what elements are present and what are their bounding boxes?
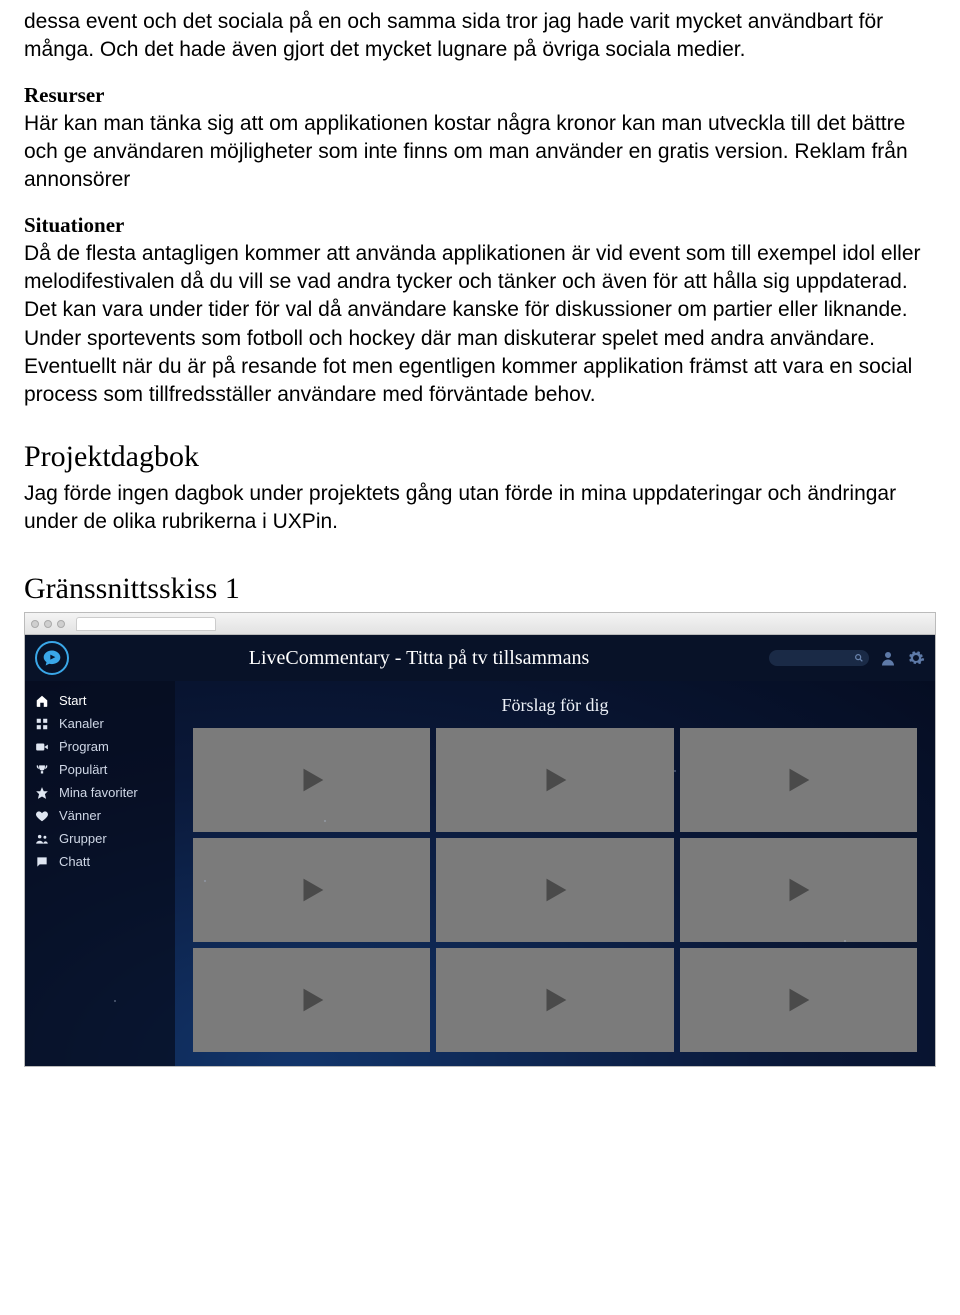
sidebar-item-program[interactable]: Program <box>25 735 175 758</box>
search-icon <box>854 653 864 663</box>
browser-chrome <box>25 613 935 635</box>
topbar-right <box>769 649 925 667</box>
home-icon <box>35 694 49 708</box>
video-tile[interactable] <box>680 948 917 1052</box>
window-dot <box>57 620 65 628</box>
app-topbar: LiveCommentary - Titta på tv tillsammans <box>25 635 935 681</box>
sidebar-item-populärt[interactable]: Populärt <box>25 758 175 781</box>
play-icon <box>538 983 572 1017</box>
users-icon <box>35 832 49 846</box>
app-logo[interactable] <box>35 641 69 675</box>
play-icon <box>295 873 329 907</box>
window-dot <box>31 620 39 628</box>
projektdagbok-body: Jag förde ingen dagbok under projektets … <box>24 480 936 537</box>
app-body: Start Kanaler Program Populärt Mina favorite… <box>25 681 935 1066</box>
sidebar-item-label: Populärt <box>59 762 107 777</box>
play-icon <box>538 763 572 797</box>
video-tile[interactable] <box>436 838 673 942</box>
situationer-body: Då de flesta antagligen kommer att använ… <box>24 240 936 410</box>
video-tile[interactable] <box>193 728 430 832</box>
intro-paragraph: dessa event och det sociala på en och sa… <box>24 8 936 65</box>
video-tile[interactable] <box>436 948 673 1052</box>
sidebar-item-mina-favoriter[interactable]: Mina favoriter <box>25 781 175 804</box>
sidebar-item-chatt[interactable]: Chatt <box>25 850 175 873</box>
grid-icon <box>35 717 49 731</box>
sidebar-item-label: Kanaler <box>59 716 104 731</box>
sidebar-item-label: Mina favoriter <box>59 785 138 800</box>
ui-mockup: LiveCommentary - Titta på tv tillsammans… <box>24 612 936 1067</box>
video-icon <box>35 740 49 754</box>
projektdagbok-heading: Projektdagbok <box>24 440 936 474</box>
sidebar-item-label: Grupper <box>59 831 107 846</box>
play-icon <box>295 983 329 1017</box>
sidebar-item-label: Vänner <box>59 808 101 823</box>
user-icon[interactable] <box>879 649 897 667</box>
trophy-icon <box>35 763 49 777</box>
browser-tab <box>76 617 216 631</box>
resurser-body: Här kan man tänka sig att om applikation… <box>24 110 936 195</box>
search-input[interactable] <box>769 650 869 666</box>
video-tile[interactable] <box>436 728 673 832</box>
play-icon <box>781 873 815 907</box>
sidebar-item-vänner[interactable]: Vänner <box>25 804 175 827</box>
video-grid <box>193 728 917 1052</box>
video-tile[interactable] <box>680 728 917 832</box>
play-icon <box>781 983 815 1017</box>
play-icon <box>538 873 572 907</box>
suggestion-title: Förslag för dig <box>193 695 917 716</box>
chat-icon <box>35 855 49 869</box>
main-area: Förslag för dig <box>175 681 935 1066</box>
sidebar: Start Kanaler Program Populärt Mina favorite… <box>25 681 175 1066</box>
video-tile[interactable] <box>193 948 430 1052</box>
situationer-heading: Situationer <box>24 213 936 238</box>
star-icon <box>35 786 49 800</box>
skiss-heading: Gränssnittsskiss 1 <box>24 572 936 606</box>
video-tile[interactable] <box>680 838 917 942</box>
app-title: LiveCommentary - Titta på tv tillsammans <box>69 647 769 670</box>
play-icon <box>295 763 329 797</box>
sidebar-item-label: Chatt <box>59 854 90 869</box>
sidebar-item-label: Start <box>59 693 86 708</box>
play-icon <box>781 763 815 797</box>
gear-icon[interactable] <box>907 649 925 667</box>
sidebar-item-grupper[interactable]: Grupper <box>25 827 175 850</box>
sidebar-item-kanaler[interactable]: Kanaler <box>25 712 175 735</box>
resurser-heading: Resurser <box>24 83 936 108</box>
sidebar-item-label: Program <box>59 739 109 754</box>
window-dot <box>44 620 52 628</box>
sidebar-item-start[interactable]: Start <box>25 689 175 712</box>
video-tile[interactable] <box>193 838 430 942</box>
heart-icon <box>35 809 49 823</box>
chat-bubble-icon <box>42 648 62 668</box>
